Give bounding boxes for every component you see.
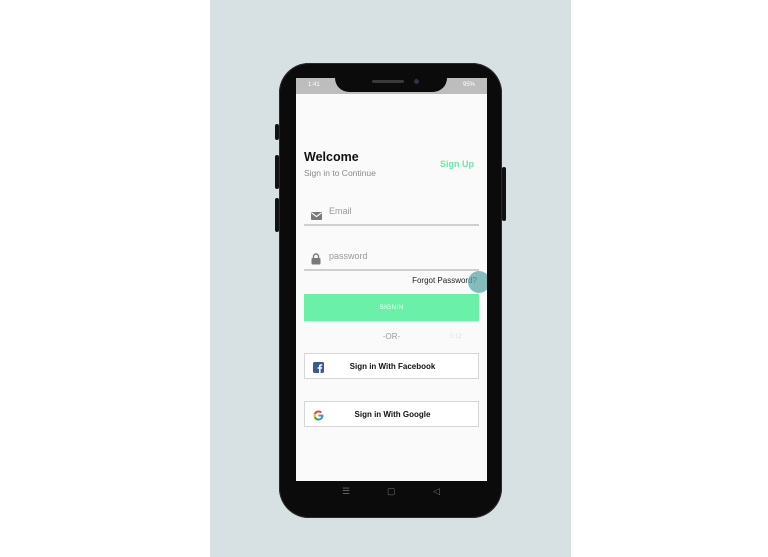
home-icon[interactable]: ▢ (387, 486, 396, 497)
system-nav-bar: ☰ ▢ ◁ (296, 481, 487, 503)
email-field[interactable]: Email (304, 198, 479, 226)
menu-icon[interactable]: ☰ (342, 486, 350, 497)
phone-side-button (275, 198, 279, 232)
speaker-grille (372, 80, 404, 83)
front-camera (414, 79, 419, 84)
page-subtitle: Sign in to Continue (304, 168, 376, 178)
google-signin-button[interactable]: Sign in With Google (304, 401, 479, 427)
password-field[interactable]: password (304, 243, 479, 271)
status-time: 1:41 (308, 82, 320, 88)
phone-side-button (275, 124, 279, 140)
facebook-signin-button[interactable]: Sign in With Facebook (304, 353, 479, 379)
status-battery: 95% (462, 82, 475, 88)
phone-screen: 1:41 95% Welcome Sign in to Continue Sig… (296, 78, 487, 481)
phone-side-button (275, 155, 279, 189)
email-placeholder: Email (329, 206, 352, 216)
google-signin-label: Sign in With Google (354, 410, 431, 419)
signin-button[interactable]: SIGNIN (304, 294, 479, 321)
password-placeholder: password (329, 251, 368, 261)
facebook-signin-label: Sign in With Facebook (349, 362, 436, 371)
mail-icon (311, 207, 322, 225)
touch-ripple (468, 271, 487, 293)
page-title: Welcome (304, 150, 359, 164)
phone-power-button (502, 167, 506, 221)
signup-link[interactable]: Sign Up (440, 159, 474, 169)
lock-icon (311, 252, 321, 270)
back-icon[interactable]: ◁ (433, 486, 440, 497)
faint-text: 0:12 (450, 334, 462, 340)
